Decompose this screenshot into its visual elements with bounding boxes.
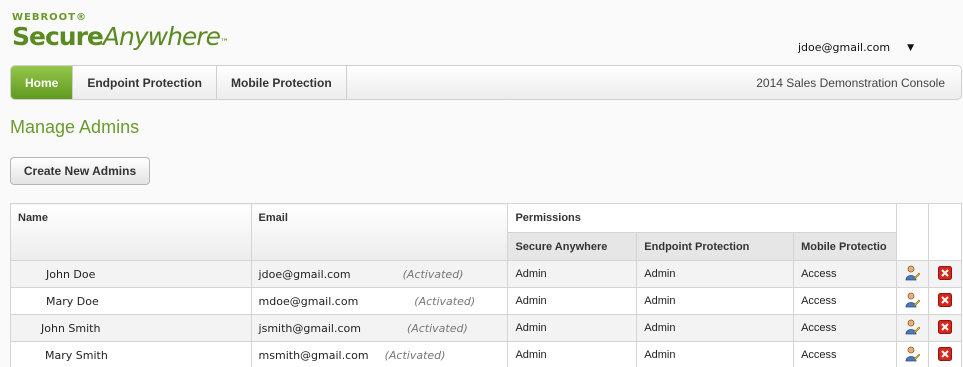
column-header-delete bbox=[928, 203, 962, 261]
cell-edit bbox=[896, 287, 929, 315]
tab-endpoint-protection[interactable]: Endpoint Protection bbox=[73, 66, 217, 99]
delete-icon[interactable] bbox=[938, 292, 952, 310]
column-header-mobile-protection: Mobile Protectio bbox=[793, 232, 898, 261]
caret-down-icon: ▼ bbox=[907, 42, 914, 53]
page-title: Manage Admins bbox=[10, 117, 140, 137]
create-new-admins-button[interactable]: Create New Admins bbox=[10, 157, 150, 185]
cell-edit bbox=[896, 260, 929, 288]
column-header-edit bbox=[896, 203, 929, 261]
column-header-name: Name bbox=[10, 203, 252, 261]
cell-email: jsmith@gmail.com (Activated) bbox=[250, 314, 509, 342]
delete-icon[interactable] bbox=[938, 265, 952, 283]
edit-user-icon[interactable] bbox=[905, 319, 921, 338]
cell-endpoint-protection: Admin bbox=[636, 314, 795, 342]
cell-mobile-protection: Access bbox=[793, 314, 898, 342]
admins-table: Name Email Permissions Secure Anywhere E… bbox=[10, 203, 962, 367]
console-name: 2014 Sales Demonstration Console bbox=[756, 75, 945, 90]
cell-email: msmith@gmail.com (Activated) bbox=[250, 341, 509, 367]
cell-secure-anywhere: Admin bbox=[507, 260, 638, 288]
cell-name: John Doe bbox=[10, 260, 252, 288]
cell-secure-anywhere: Admin bbox=[507, 314, 638, 342]
cell-email: mdoe@gmail.com (Activated) bbox=[250, 287, 509, 315]
cell-delete bbox=[928, 287, 962, 315]
cell-endpoint-protection: Admin bbox=[636, 287, 795, 315]
cell-mobile-protection: Access bbox=[793, 287, 898, 315]
table-row: Mary Doe mdoe@gmail.com (Activated) Admin… bbox=[10, 287, 962, 315]
delete-icon[interactable] bbox=[938, 346, 952, 364]
cell-name: Mary Doe bbox=[10, 287, 252, 315]
cell-delete bbox=[928, 260, 962, 288]
cell-edit bbox=[896, 341, 929, 367]
tab-mobile-protection[interactable]: Mobile Protection bbox=[217, 66, 347, 99]
column-header-endpoint-protection: Endpoint Protection bbox=[636, 232, 795, 261]
cell-name: John Smith bbox=[10, 314, 252, 342]
logo-product: SecureAnywhere™ bbox=[12, 22, 229, 51]
user-email: jdoe@gmail.com bbox=[798, 41, 891, 54]
edit-user-icon[interactable] bbox=[905, 346, 921, 365]
table-row: John Smith jsmith@gmail.com (Activated) A… bbox=[10, 314, 962, 342]
cell-endpoint-protection: Admin bbox=[636, 260, 795, 288]
cell-mobile-protection: Access bbox=[793, 341, 898, 367]
tab-home[interactable]: Home bbox=[11, 66, 74, 99]
cell-delete bbox=[928, 341, 962, 367]
table-row: John Doe jdoe@gmail.com (Activated) Admin… bbox=[10, 260, 962, 288]
column-header-email: Email bbox=[250, 203, 509, 261]
user-account-menu[interactable]: jdoe@gmail.com ▼ bbox=[798, 41, 914, 54]
cell-email: jdoe@gmail.com (Activated) bbox=[250, 260, 509, 288]
cell-endpoint-protection: Admin bbox=[636, 341, 795, 367]
cell-edit bbox=[896, 314, 929, 342]
delete-icon[interactable] bbox=[938, 319, 952, 337]
edit-user-icon[interactable] bbox=[905, 292, 921, 311]
column-header-permissions: Permissions bbox=[507, 203, 898, 233]
webroot-logo: WEBROOT® SecureAnywhere™ bbox=[12, 12, 229, 56]
cell-name: Mary Smith bbox=[10, 341, 252, 367]
cell-secure-anywhere: Admin bbox=[507, 341, 638, 367]
table-row: Mary Smith msmith@gmail.com (Activated) A… bbox=[10, 341, 962, 367]
cell-secure-anywhere: Admin bbox=[507, 287, 638, 315]
column-header-secure-anywhere: Secure Anywhere bbox=[507, 232, 638, 261]
main-nav: Home Endpoint Protection Mobile Protecti… bbox=[10, 65, 962, 100]
cell-delete bbox=[928, 314, 962, 342]
edit-user-icon[interactable] bbox=[905, 265, 921, 284]
cell-mobile-protection: Access bbox=[793, 260, 898, 288]
